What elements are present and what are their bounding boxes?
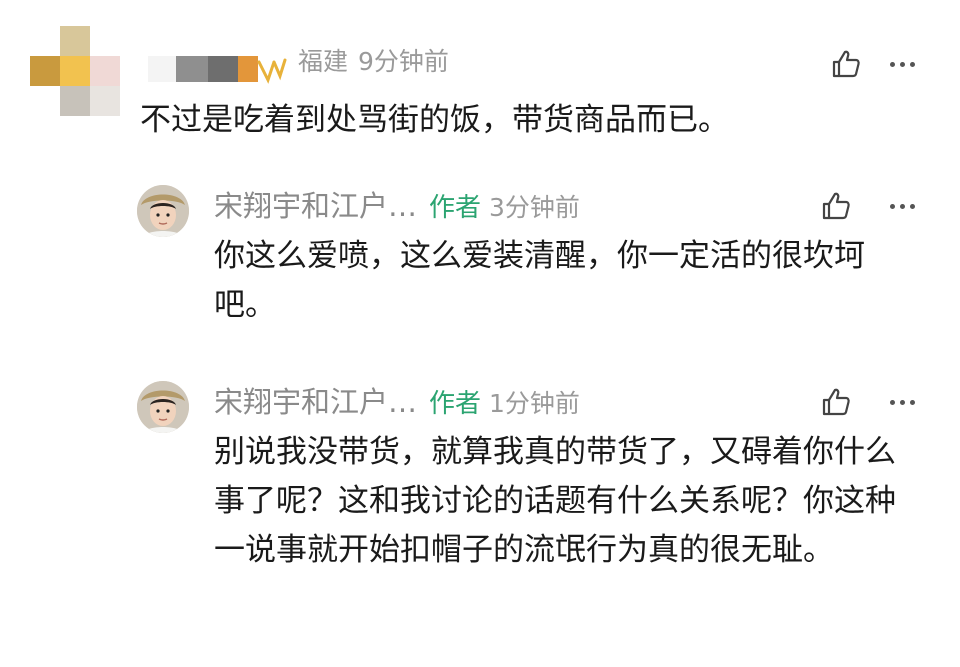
author-avatar[interactable] bbox=[137, 381, 189, 433]
author-badge: 作者 bbox=[429, 389, 482, 419]
reply-item: 宋翔宇和江户… 作者 1分钟前 别说我没带货，就算我真的带货了，又碍着你什么事了呢？… bbox=[0, 376, 960, 656]
more-dots-icon[interactable] bbox=[882, 382, 922, 422]
time-text: 3分钟前 bbox=[489, 193, 580, 222]
reply-meta: 宋翔宇和江户… 作者 1分钟前 bbox=[214, 382, 580, 424]
thumbs-up-icon[interactable] bbox=[816, 186, 856, 226]
time-text: 1分钟前 bbox=[489, 389, 580, 418]
more-dots-icon[interactable] bbox=[882, 44, 922, 84]
reply-text: 你这么爱喷，这么爱装清醒，你一定活的很坎坷吧。 bbox=[214, 238, 865, 323]
time-text: 9分钟前 bbox=[358, 47, 449, 76]
reply-meta: 宋翔宇和江户… 作者 3分钟前 bbox=[214, 186, 580, 228]
thumbs-up-icon[interactable] bbox=[826, 44, 866, 84]
reply-text: 别说我没带货，就算我真的带货了，又碍着你什么事了呢？这和我讨论的话题有什么关系呢… bbox=[214, 434, 896, 568]
pixelated-username[interactable] bbox=[148, 52, 288, 84]
comment-text: 不过是吃着到处骂街的饭，带货商品而已。 bbox=[140, 102, 729, 138]
location-text: 福建 bbox=[298, 47, 349, 76]
thumbs-up-icon[interactable] bbox=[816, 382, 856, 422]
author-avatar[interactable] bbox=[137, 185, 189, 237]
author-name[interactable]: 宋翔宇和江户… bbox=[214, 385, 417, 419]
pixelated-avatar[interactable] bbox=[30, 26, 120, 116]
reply-item: 宋翔宇和江户… 作者 3分钟前 你这么爱喷，这么爱装清醒，你一定活的很坎坷吧。 bbox=[0, 180, 960, 350]
more-dots-icon[interactable] bbox=[882, 186, 922, 226]
comment-meta: 福建 9分钟前 bbox=[298, 44, 449, 80]
author-badge: 作者 bbox=[429, 193, 482, 223]
author-name[interactable]: 宋翔宇和江户… bbox=[214, 189, 417, 223]
comment-item: 福建 9分钟前 不过是吃着到处骂街的饭，带货商品而已。 bbox=[0, 0, 960, 150]
